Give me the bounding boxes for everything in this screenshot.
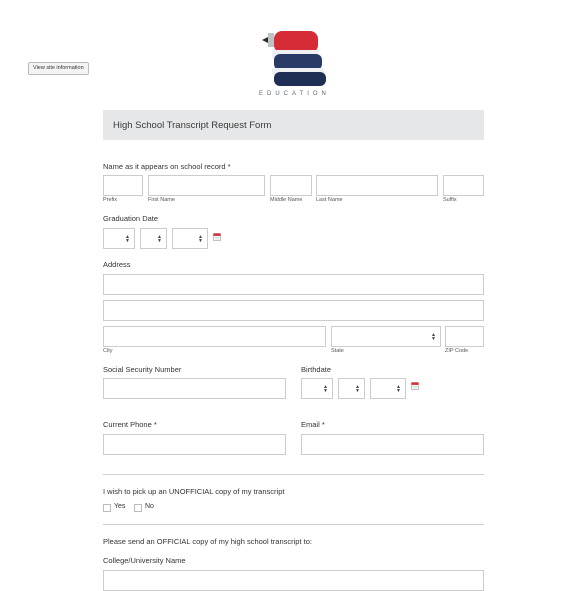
address-line-2-input[interactable] xyxy=(103,300,484,321)
ssn-label: Social Security Number xyxy=(103,365,182,374)
suffix-sublabel: Suffix xyxy=(443,197,457,203)
updown-arrows-icon: ▲ ▼ xyxy=(157,233,162,244)
no-checkbox[interactable] xyxy=(134,504,142,512)
state-sublabel: State xyxy=(331,348,344,354)
last-name-input[interactable] xyxy=(316,175,438,196)
updown-arrows-icon: ▲ ▼ xyxy=(355,383,360,394)
updown-arrows-icon: ▲ ▼ xyxy=(125,233,130,244)
divider xyxy=(103,524,484,525)
college-name-input[interactable] xyxy=(103,570,484,591)
middle-name-sublabel: Middle Name xyxy=(270,197,303,203)
birthdate-label: Birthdate xyxy=(301,365,332,374)
updown-arrows-icon: ▲ ▼ xyxy=(396,383,401,394)
state-select[interactable]: ▲ ▼ xyxy=(331,326,441,347)
suffix-input[interactable] xyxy=(443,175,484,196)
first-name-input[interactable] xyxy=(148,175,265,196)
birth-year-select[interactable]: ▲ ▼ xyxy=(370,378,406,399)
college-name-label: College/University Name xyxy=(103,556,186,565)
graduation-year-select[interactable]: ▲ ▼ xyxy=(172,228,208,249)
updown-arrows-icon: ▲ ▼ xyxy=(323,383,328,394)
address-line-1-input[interactable] xyxy=(103,274,484,295)
unofficial-copy-label: I wish to pick up an UNOFFICIAL copy of … xyxy=(103,487,285,496)
ssn-input[interactable] xyxy=(103,378,286,399)
graduation-date-label: Graduation Date xyxy=(103,214,159,223)
last-name-sublabel: Last Name xyxy=(316,197,343,203)
phone-label: Current Phone * xyxy=(103,420,157,429)
view-site-information-button[interactable]: View site information xyxy=(28,62,89,75)
official-copy-label: Please send an OFFICIAL copy of my high … xyxy=(103,537,312,546)
calendar-icon[interactable] xyxy=(213,233,221,241)
logo-text: EDUCATION xyxy=(259,91,330,97)
zip-code-input[interactable] xyxy=(445,326,484,347)
middle-name-input[interactable] xyxy=(270,175,312,196)
yes-checkbox[interactable] xyxy=(103,504,111,512)
email-label: Email * xyxy=(301,420,325,429)
form-header: High School Transcript Request Form xyxy=(103,110,484,140)
address-label: Address xyxy=(103,260,131,269)
prefix-sublabel: Prefix xyxy=(103,197,118,203)
yes-option-label: Yes xyxy=(114,503,126,510)
birth-day-select[interactable]: ▲ ▼ xyxy=(338,378,365,399)
email-input[interactable] xyxy=(301,434,484,455)
first-name-sublabel: First Name xyxy=(148,197,175,203)
name-label: Name as it appears on school record * xyxy=(103,162,231,171)
city-sublabel: City xyxy=(103,348,113,354)
form-title: High School Transcript Request Form xyxy=(113,120,272,131)
calendar-icon[interactable] xyxy=(411,382,419,390)
zip-code-sublabel: ZIP Code xyxy=(445,348,469,354)
divider xyxy=(103,474,484,475)
graduation-month-select[interactable]: ▲ ▼ xyxy=(103,228,135,249)
birth-month-select[interactable]: ▲ ▼ xyxy=(301,378,333,399)
city-input[interactable] xyxy=(103,326,326,347)
updown-arrows-icon: ▲ ▼ xyxy=(198,233,203,244)
graduation-day-select[interactable]: ▲ ▼ xyxy=(140,228,167,249)
updown-arrows-icon: ▲ ▼ xyxy=(431,331,436,342)
education-logo xyxy=(262,31,326,86)
phone-input[interactable] xyxy=(103,434,286,455)
prefix-input[interactable] xyxy=(103,175,143,196)
no-option-label: No xyxy=(145,503,154,510)
